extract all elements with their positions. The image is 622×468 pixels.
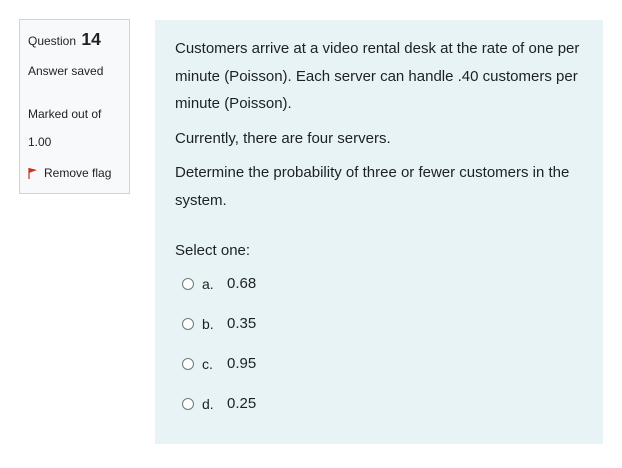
- option-letter: a.: [202, 275, 214, 292]
- question-paragraph: Determine the probability of three or fe…: [175, 164, 570, 209]
- question-label: Question: [28, 34, 77, 48]
- question-paragraph: Customers arrive at a video rental desk …: [175, 40, 580, 112]
- answer-option-c[interactable]: c. 0.95: [182, 355, 256, 372]
- remove-flag-label: Remove flag: [44, 166, 112, 180]
- radio-button[interactable]: [182, 357, 194, 370]
- question-state: Answer saved: [28, 64, 104, 78]
- option-letter: d.: [202, 395, 214, 412]
- option-letter: c.: [202, 355, 213, 372]
- remove-flag-link[interactable]: Remove flag: [28, 166, 111, 180]
- question-text: Customers arrive at a video rental desk …: [175, 35, 590, 221]
- answer-option-b[interactable]: b. 0.35: [182, 315, 256, 332]
- question-content: Customers arrive at a video rental desk …: [155, 20, 603, 444]
- answer-option-a[interactable]: a. 0.68: [182, 275, 256, 292]
- answer-option-d[interactable]: d. 0.25: [182, 395, 256, 412]
- grade-label: Marked out of: [28, 107, 102, 121]
- option-value: 0.25: [227, 395, 257, 412]
- question-grade: Marked out of 1.00: [28, 100, 101, 156]
- question-number: Question 14: [28, 29, 101, 50]
- option-value: 0.35: [227, 315, 257, 332]
- grade-value: 1.00: [28, 135, 52, 149]
- radio-button[interactable]: [182, 317, 194, 330]
- option-value: 0.68: [227, 275, 257, 292]
- radio-button[interactable]: [182, 277, 194, 290]
- option-value: 0.95: [227, 355, 257, 372]
- option-letter: b.: [202, 315, 214, 332]
- question-paragraph: Currently, there are four servers.: [175, 129, 391, 147]
- quiz-page: Question 14 Answer saved Marked out of 1…: [0, 0, 622, 468]
- flag-icon: [28, 168, 37, 179]
- question-info-panel: Question 14 Answer saved Marked out of 1…: [19, 19, 130, 194]
- question-number-value: 14: [81, 29, 101, 49]
- radio-button[interactable]: [182, 397, 194, 410]
- select-one-prompt: Select one:: [175, 242, 251, 259]
